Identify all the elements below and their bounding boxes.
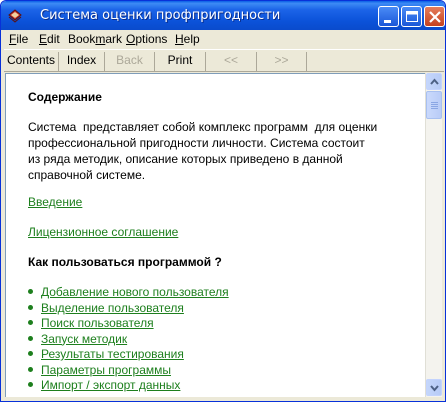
- bullet-icon: [28, 289, 33, 295]
- bullet-icon: [28, 351, 33, 357]
- topic-link[interactable]: Поиск пользователя: [41, 316, 154, 330]
- close-button[interactable]: [424, 6, 445, 27]
- list-item: Параметры программы: [28, 363, 229, 379]
- help-content-pane: Содержание Система представляет собой ко…: [5, 73, 425, 397]
- scroll-up-button[interactable]: [426, 73, 442, 90]
- contents-button[interactable]: Contents: [4, 52, 59, 71]
- bullet-icon: [28, 304, 33, 310]
- menu-bookmark[interactable]: Bookmark: [68, 32, 122, 46]
- bullet-icon: [28, 382, 33, 388]
- menu-file[interactable]: File: [9, 32, 28, 46]
- introduction-link[interactable]: Введение: [28, 195, 82, 209]
- license-agreement-link[interactable]: Лицензионное соглашение: [28, 225, 178, 239]
- minimize-icon: [384, 20, 391, 23]
- scroll-thumb[interactable]: [426, 91, 442, 119]
- maximize-button[interactable]: [401, 6, 422, 27]
- list-item: Поиск пользователя: [28, 316, 229, 332]
- menu-help[interactable]: Help: [175, 32, 200, 46]
- list-item: Добавление нового пользователя: [28, 285, 229, 301]
- help-book-icon: [8, 9, 22, 23]
- topic-link[interactable]: Запуск методик: [41, 332, 127, 346]
- minimize-button[interactable]: [378, 6, 399, 27]
- menu-bar: File Edit Bookmark Options Help: [4, 30, 444, 49]
- list-item: Выделение пользователя: [28, 301, 229, 317]
- maximize-icon: [406, 11, 418, 22]
- bullet-icon: [28, 366, 33, 372]
- intro-paragraph: Система представляет собой комплекс прог…: [28, 120, 378, 182]
- arrow-up-icon: [430, 78, 439, 85]
- how-to-use-heading: Как пользоваться программой ?: [28, 255, 222, 269]
- topic-link[interactable]: Импорт / экспорт данных: [41, 378, 180, 392]
- index-button[interactable]: Index: [59, 52, 105, 71]
- vertical-scrollbar[interactable]: [425, 73, 442, 397]
- print-button[interactable]: Print: [155, 52, 206, 71]
- title-bar[interactable]: Система оценки профпригодности: [1, 1, 445, 30]
- topic-link[interactable]: Добавление нового пользователя: [41, 285, 229, 299]
- bullet-icon: [28, 320, 33, 326]
- arrow-down-icon: [430, 385, 439, 392]
- previous-topic-button[interactable]: <<: [206, 52, 257, 71]
- bullet-icon: [28, 335, 33, 341]
- back-button[interactable]: Back: [105, 52, 155, 71]
- topic-link[interactable]: Результаты тестирования: [41, 347, 184, 361]
- list-item: Результаты тестирования: [28, 347, 229, 363]
- help-window: Система оценки профпригодности File Edit…: [0, 0, 446, 402]
- next-topic-button[interactable]: >>: [257, 52, 307, 71]
- topic-link[interactable]: Выделение пользователя: [41, 301, 184, 315]
- toolbar: Contents Index Back Print << >>: [4, 49, 444, 72]
- menu-edit[interactable]: Edit: [39, 32, 60, 46]
- list-item: Запуск методик: [28, 332, 229, 348]
- window-title: Система оценки профпригодности: [40, 8, 281, 23]
- scroll-down-button[interactable]: [426, 379, 442, 396]
- menu-options[interactable]: Options: [126, 32, 167, 46]
- topic-link[interactable]: Параметры программы: [41, 363, 171, 377]
- topics-list: Добавление нового пользователя Выделение…: [28, 285, 229, 394]
- close-icon: [429, 11, 441, 23]
- list-item: Импорт / экспорт данных: [28, 378, 229, 394]
- page-title: Содержание: [28, 90, 102, 104]
